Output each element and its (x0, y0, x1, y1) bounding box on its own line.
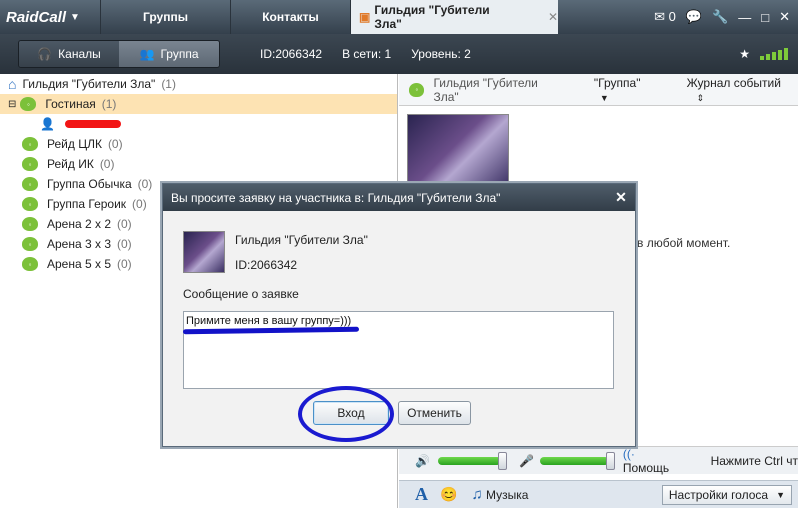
chevron-down-icon: ▼ (776, 489, 785, 500)
music-note-icon: ♫ (471, 486, 483, 503)
headphones-icon: 🎧 (37, 47, 53, 61)
channel-icon: ◦ (22, 157, 38, 171)
music-button[interactable]: ♫ Музыка (471, 486, 528, 503)
join-request-dialog: Вы просите заявку на участника в: Гильди… (162, 183, 636, 447)
dialog-guild-name: Гильдия "Губители Зла" (235, 233, 368, 247)
signal-icon (760, 48, 788, 60)
channel-icon: ◦ (22, 197, 38, 211)
maximize-icon[interactable]: □ (761, 10, 769, 25)
ptt-hint: Нажмите Ctrl чт (710, 453, 798, 468)
close-window-icon[interactable]: ✕ (779, 9, 790, 25)
cancel-button[interactable]: Отменить (398, 401, 471, 425)
dialog-guild-id: ID:2066342 (235, 258, 298, 272)
tree-user[interactable]: 👤 (0, 114, 397, 134)
guild-banner-image (407, 114, 509, 188)
top-icons: ✉ 0 💬 🔧 — □ ✕ (654, 0, 798, 34)
font-icon[interactable]: A (415, 484, 428, 505)
group-dropdown[interactable]: "Группа" ▼ (594, 76, 657, 104)
message-label: Сообщение о заявке (183, 287, 299, 301)
request-message-input[interactable]: Примите меня в вашу группу=))) (183, 311, 614, 389)
voice-settings-dropdown[interactable]: Настройки голоса ▼ (661, 484, 792, 505)
view-switch: 🎧 Каналы 👥 Группа (18, 40, 220, 68)
speaker-icon[interactable]: 🔊 (415, 454, 430, 468)
user-icon: 👤 (40, 117, 55, 131)
guild-tab-icon: ▣ (359, 10, 371, 24)
guild-info: ID:2066342 В сети: 1 Уровень: 2 (260, 47, 471, 61)
annotation-circle (298, 386, 394, 442)
tab-guild[interactable]: ▣ Гильдия "Губители Зла" ✕ (350, 0, 558, 34)
dialog-title-bar: Вы просите заявку на участника в: Гильди… (163, 184, 635, 211)
chat-icon[interactable]: 💬 (686, 9, 702, 25)
right-header: ◦ Гильдия "Губители Зла" "Группа" ▼ Журн… (399, 74, 798, 106)
channel-icon: ◦ (22, 237, 38, 251)
guild-id: ID:2066342 (260, 47, 323, 61)
chevron-down-icon: ▼ (599, 92, 609, 103)
mail-icon[interactable]: ✉ 0 (654, 9, 676, 25)
tree-channel[interactable]: ◦ Рейд ЦЛК (0) (0, 134, 397, 154)
microphone-icon[interactable]: 🎤 (519, 454, 534, 468)
group-button[interactable]: 👥 Группа (119, 41, 219, 67)
star-icon[interactable]: ★ (739, 47, 750, 61)
users-icon: 👥 (139, 47, 155, 61)
sub-bar: 🎧 Каналы 👥 Группа ID:2066342 В сети: 1 У… (0, 34, 798, 74)
channels-button[interactable]: 🎧 Каналы (19, 41, 119, 67)
logo-menu-icon[interactable]: ▼ (70, 12, 80, 23)
help-link[interactable]: ((· Помощь (623, 447, 679, 475)
channel-icon: ◦ (22, 257, 38, 271)
notice-text: о в любой момент. (627, 236, 731, 250)
redacted-username (64, 120, 121, 128)
channel-icon: ◦ (22, 137, 38, 151)
tab-groups[interactable]: Группы (100, 0, 230, 34)
minimize-icon[interactable]: — (738, 10, 751, 25)
event-log[interactable]: Журнал событий ⇕ (687, 76, 798, 104)
collapse-icon[interactable]: ⊟ (8, 99, 16, 110)
home-icon: ⌂ (8, 76, 17, 92)
online-count: В сети: 1 (342, 47, 392, 61)
app-logo[interactable]: RaidCall ▼ (0, 0, 100, 34)
tree-root[interactable]: ⌂ Гильдия "Губители Зла" (1) (0, 74, 397, 94)
chat-toolbar: A 😊 ♫ Музыка Настройки голоса ▼ (399, 480, 798, 508)
channel-icon: ◦ (409, 82, 425, 97)
top-bar: RaidCall ▼ Группы Контакты ▣ Гильдия "Гу… (0, 0, 798, 34)
wrench-icon[interactable]: 🔧 (712, 9, 728, 25)
tab-contacts[interactable]: Контакты (230, 0, 350, 34)
guild-thumbnail (183, 231, 225, 273)
channel-icon: ◦ (22, 217, 38, 231)
close-icon[interactable]: ✕ (607, 189, 635, 206)
sort-icon: ⇕ (696, 92, 705, 103)
mic-volume-slider[interactable] (540, 451, 616, 470)
tree-channel[interactable]: ◦ Рейд ИК (0) (0, 154, 397, 174)
tree-lobby[interactable]: ⊟ ◦ Гостиная (1) (0, 94, 397, 114)
channel-icon: ◦ (20, 97, 37, 111)
channel-icon: ◦ (22, 177, 38, 191)
speaker-volume-slider[interactable] (437, 451, 507, 470)
audio-bar: 🔊 🎤 ((· Помощь Нажмите Ctrl чт (399, 446, 798, 475)
guild-name: Гильдия "Губители Зла" (433, 75, 538, 104)
guild-level: Уровень: 2 (411, 47, 471, 61)
sub-icons: ★ (739, 47, 798, 61)
emoji-icon[interactable]: 😊 (440, 486, 457, 503)
help-icon: ((· (622, 446, 635, 461)
close-tab-icon[interactable]: ✕ (548, 10, 558, 24)
